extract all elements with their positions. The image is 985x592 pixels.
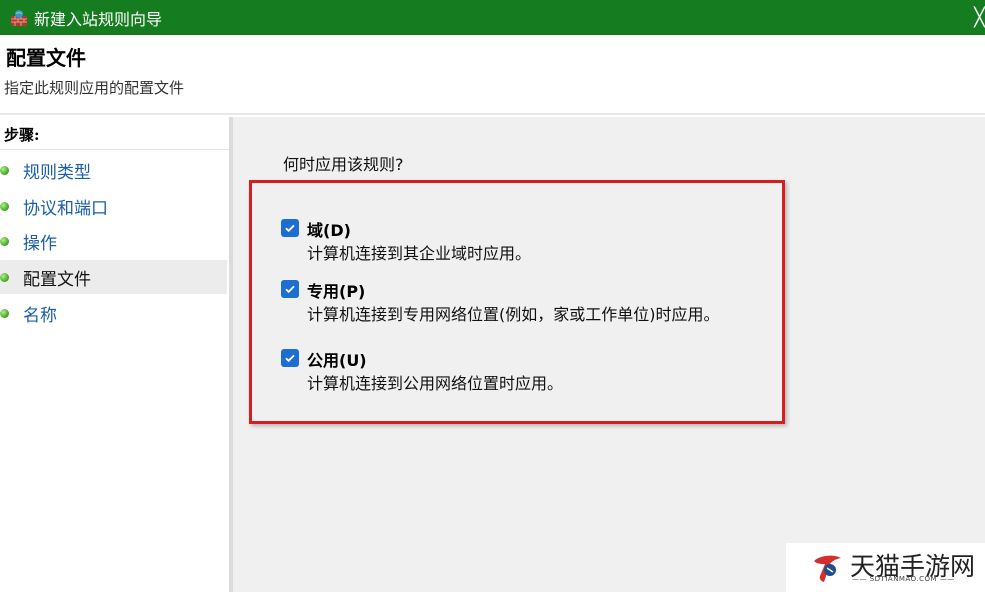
sidebar-item-name[interactable]: 名称 bbox=[0, 296, 227, 330]
checkmark-icon bbox=[285, 224, 295, 233]
step-bullet-icon bbox=[0, 236, 9, 246]
watermark-domain: —— SDTIANMAO.COM —— bbox=[852, 575, 955, 583]
domain-label[interactable]: 域(D) bbox=[307, 217, 351, 241]
domain-checkbox[interactable] bbox=[281, 219, 299, 237]
domain-description: 计算机连接到其企业域时应用。 bbox=[307, 244, 532, 263]
checkmark-icon bbox=[285, 285, 295, 294]
public-label[interactable]: 公用(U) bbox=[307, 347, 367, 371]
sidebar-item-label: 名称 bbox=[23, 305, 57, 326]
firewall-icon bbox=[10, 9, 28, 27]
title-bar: 新建入站规则向导 ╳ bbox=[0, 0, 985, 35]
sidebar-item-label: 协议和端口 bbox=[23, 198, 108, 219]
page-subtitle: 指定此规则应用的配置文件 bbox=[4, 79, 185, 97]
sidebar-item-label: 配置文件 bbox=[23, 269, 91, 290]
step-bullet-icon bbox=[0, 165, 9, 175]
header-divider bbox=[0, 113, 985, 115]
public-description: 计算机连接到公用网络位置时应用。 bbox=[307, 374, 564, 393]
tianmao-logo-icon bbox=[814, 555, 841, 582]
sidebar-item-label: 规则类型 bbox=[23, 162, 91, 183]
steps-label: 步骤: bbox=[4, 126, 40, 144]
close-button[interactable]: ╳ bbox=[971, 0, 985, 35]
public-checkbox[interactable] bbox=[281, 349, 299, 367]
page-title: 配置文件 bbox=[6, 46, 86, 70]
step-bullet-icon bbox=[0, 308, 9, 318]
checkmark-icon bbox=[285, 354, 295, 363]
main-panel: 何时应用该规则? 域(D) 计算机连接到其企业域时应用。 专用(P) 计算机连接… bbox=[233, 117, 985, 592]
sidebar-item-protocol-ports[interactable]: 协议和端口 bbox=[0, 189, 227, 223]
private-checkbox[interactable] bbox=[281, 280, 299, 298]
steps-sidebar: 步骤: 规则类型 协议和端口 操作 配置文件 名称 bbox=[0, 117, 231, 592]
close-icon: ╳ bbox=[974, 7, 985, 28]
steps-header: 步骤: bbox=[0, 117, 229, 150]
question-label: 何时应用该规则? bbox=[283, 155, 404, 174]
sidebar-item-label: 操作 bbox=[23, 233, 57, 254]
step-bullet-icon bbox=[0, 201, 9, 211]
window-title: 新建入站规则向导 bbox=[34, 9, 163, 29]
sidebar-item-action[interactable]: 操作 bbox=[0, 224, 227, 258]
page-header: 配置文件 指定此规则应用的配置文件 bbox=[0, 35, 985, 115]
private-label[interactable]: 专用(P) bbox=[307, 278, 365, 302]
watermark: 天猫手游网 —— SDTIANMAO.COM —— bbox=[786, 543, 985, 592]
private-description: 计算机连接到专用网络位置(例如，家或工作单位)时应用。 bbox=[307, 305, 720, 324]
step-bullet-icon bbox=[0, 272, 9, 282]
sidebar-item-profile[interactable]: 配置文件 bbox=[0, 260, 227, 294]
sidebar-item-rule-type[interactable]: 规则类型 bbox=[0, 153, 227, 187]
